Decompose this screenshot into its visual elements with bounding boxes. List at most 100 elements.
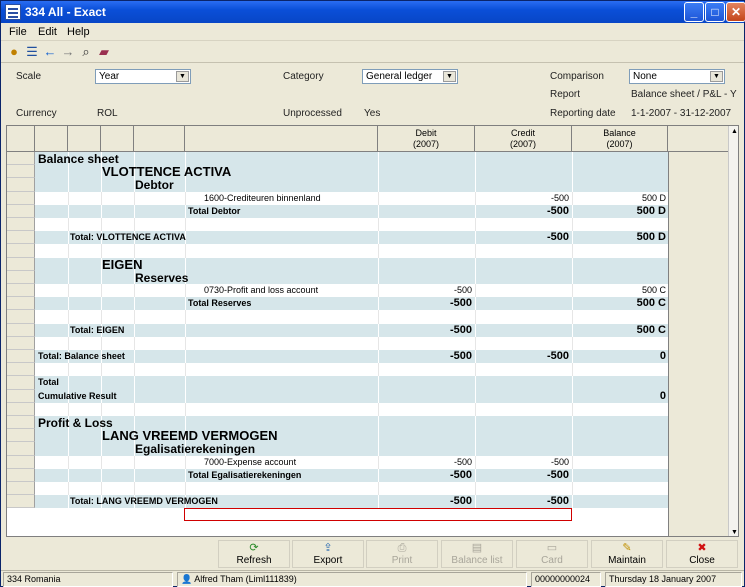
- table-row[interactable]: 7000-Expense account -500 -500: [7, 455, 668, 469]
- table-row[interactable]: [7, 218, 668, 232]
- column-header[interactable]: [134, 126, 185, 152]
- grid-line: [134, 350, 135, 364]
- table-row[interactable]: [7, 482, 668, 496]
- row-header[interactable]: [7, 244, 35, 258]
- table-row[interactable]: Total Egalisatierekeningen -500 -500: [7, 468, 668, 482]
- menu-edit[interactable]: Edit: [38, 26, 57, 38]
- row-header[interactable]: [7, 389, 35, 403]
- scale-select[interactable]: Year ▼: [95, 69, 191, 84]
- table-row[interactable]: 1600-Crediteuren binnenland -500 500 D: [7, 191, 668, 205]
- row-header[interactable]: [7, 336, 35, 350]
- close-button[interactable]: ✖ Close: [666, 540, 738, 568]
- balance-column-header[interactable]: Balance (2007): [572, 126, 668, 152]
- menu-file[interactable]: File: [9, 26, 27, 38]
- table-row[interactable]: [7, 336, 668, 350]
- export-button[interactable]: ⇪ Export: [292, 540, 364, 568]
- row-header[interactable]: [7, 323, 35, 337]
- table-row[interactable]: [7, 363, 668, 377]
- home-icon[interactable]: ●: [6, 44, 22, 60]
- scroll-down-icon[interactable]: ▼: [729, 527, 738, 536]
- row-header[interactable]: [7, 231, 35, 245]
- grid-line: [475, 284, 476, 298]
- row-header[interactable]: [7, 363, 35, 377]
- table-row[interactable]: 0730-Profit and loss account -500 500 C: [7, 284, 668, 298]
- row-header[interactable]: [7, 191, 35, 205]
- grid-line: [378, 204, 379, 218]
- menu-help[interactable]: Help: [67, 26, 90, 38]
- table-row[interactable]: Total: [7, 376, 668, 390]
- table-row[interactable]: [7, 244, 668, 258]
- grid-line: [68, 482, 69, 496]
- row-header[interactable]: [7, 376, 35, 390]
- debit-column-header[interactable]: Debit (2007): [378, 126, 475, 152]
- column-header[interactable]: [101, 126, 134, 152]
- row-header[interactable]: [7, 218, 35, 232]
- list-icon[interactable]: ☰: [24, 44, 40, 60]
- grid-line: [475, 389, 476, 403]
- balance-list-button[interactable]: ▤ Balance list: [441, 540, 513, 568]
- grid-line: [68, 178, 69, 192]
- grid-line: [68, 204, 69, 218]
- table-row[interactable]: Total Debtor -500 500 D: [7, 204, 668, 218]
- maximize-button[interactable]: □: [705, 2, 725, 22]
- row-header[interactable]: [7, 284, 35, 298]
- row-header[interactable]: [7, 455, 35, 469]
- category-select[interactable]: General ledger ▼: [362, 69, 458, 84]
- grid-line: [475, 218, 476, 232]
- table-row[interactable]: Total Reserves -500 500 C: [7, 297, 668, 311]
- table-row[interactable]: Total: LANG VREEMD VERMOGEN -500 -500: [7, 495, 668, 509]
- forward-icon[interactable]: →: [60, 44, 76, 60]
- table-row[interactable]: Reserves: [7, 270, 668, 285]
- column-header[interactable]: [68, 126, 101, 152]
- table-row[interactable]: LANG VREEMD VERMOGEN: [7, 428, 668, 443]
- table-row[interactable]: Debtor: [7, 178, 668, 192]
- column-header[interactable]: [185, 126, 378, 152]
- row-header[interactable]: [7, 416, 35, 430]
- table-row[interactable]: Total: EIGEN -500 500 C: [7, 323, 668, 337]
- binoculars-icon[interactable]: ⌕: [78, 44, 94, 60]
- table-row[interactable]: Cumulative Result 0: [7, 389, 668, 403]
- refresh-button[interactable]: ⟳ Refresh: [218, 540, 290, 568]
- card-button[interactable]: ▭ Card: [516, 540, 588, 568]
- row-header[interactable]: [7, 402, 35, 416]
- report-grid[interactable]: Debit (2007) Credit (2007) Balance (2007) B…: [6, 125, 739, 537]
- close-window-button[interactable]: ✕: [726, 2, 745, 22]
- book-icon[interactable]: ▰: [96, 44, 112, 60]
- row-header[interactable]: [7, 204, 35, 218]
- row-header[interactable]: [7, 442, 35, 456]
- maintain-button[interactable]: ✎ Maintain: [591, 540, 663, 568]
- row-header[interactable]: [7, 429, 35, 443]
- print-button[interactable]: ⎙ Print: [366, 540, 438, 568]
- vertical-scrollbar[interactable]: ▲ ▼: [728, 126, 738, 536]
- grid-line: [475, 323, 476, 337]
- row-header[interactable]: [7, 310, 35, 324]
- table-row[interactable]: [7, 402, 668, 416]
- table-row[interactable]: [7, 310, 668, 324]
- row-header[interactable]: [7, 482, 35, 496]
- grid-line: [185, 455, 186, 469]
- row-header[interactable]: [7, 468, 35, 482]
- table-row[interactable]: VLOTTENCE ACTIVA: [7, 164, 668, 179]
- row-header[interactable]: [7, 297, 35, 311]
- column-header[interactable]: [35, 126, 68, 152]
- table-row[interactable]: Total: VLOTTENCE ACTIVA -500 500 D: [7, 231, 668, 245]
- table-row[interactable]: Egalisatierekeningen: [7, 442, 668, 456]
- back-icon[interactable]: ←: [42, 44, 58, 60]
- row-header[interactable]: [7, 165, 35, 179]
- row-header[interactable]: [7, 152, 35, 166]
- scroll-up-icon[interactable]: ▲: [729, 126, 738, 137]
- title-bar[interactable]: 334 All - Exact _ □ ✕: [1, 1, 745, 23]
- minimize-button[interactable]: _: [684, 2, 704, 22]
- row-header[interactable]: [7, 350, 35, 364]
- row-label: Total: [38, 377, 59, 388]
- row-header[interactable]: [7, 495, 35, 509]
- row-header[interactable]: [7, 178, 35, 192]
- table-row[interactable]: EIGEN: [7, 257, 668, 272]
- row-header[interactable]: [7, 257, 35, 271]
- comparison-select[interactable]: None ▼: [629, 69, 725, 84]
- table-row[interactable]: Total: Balance sheet -500 -500 0: [7, 350, 668, 364]
- row-header[interactable]: [7, 270, 35, 284]
- grid-line: [68, 468, 69, 482]
- currency-label: Currency: [16, 108, 57, 119]
- credit-column-header[interactable]: Credit (2007): [475, 126, 572, 152]
